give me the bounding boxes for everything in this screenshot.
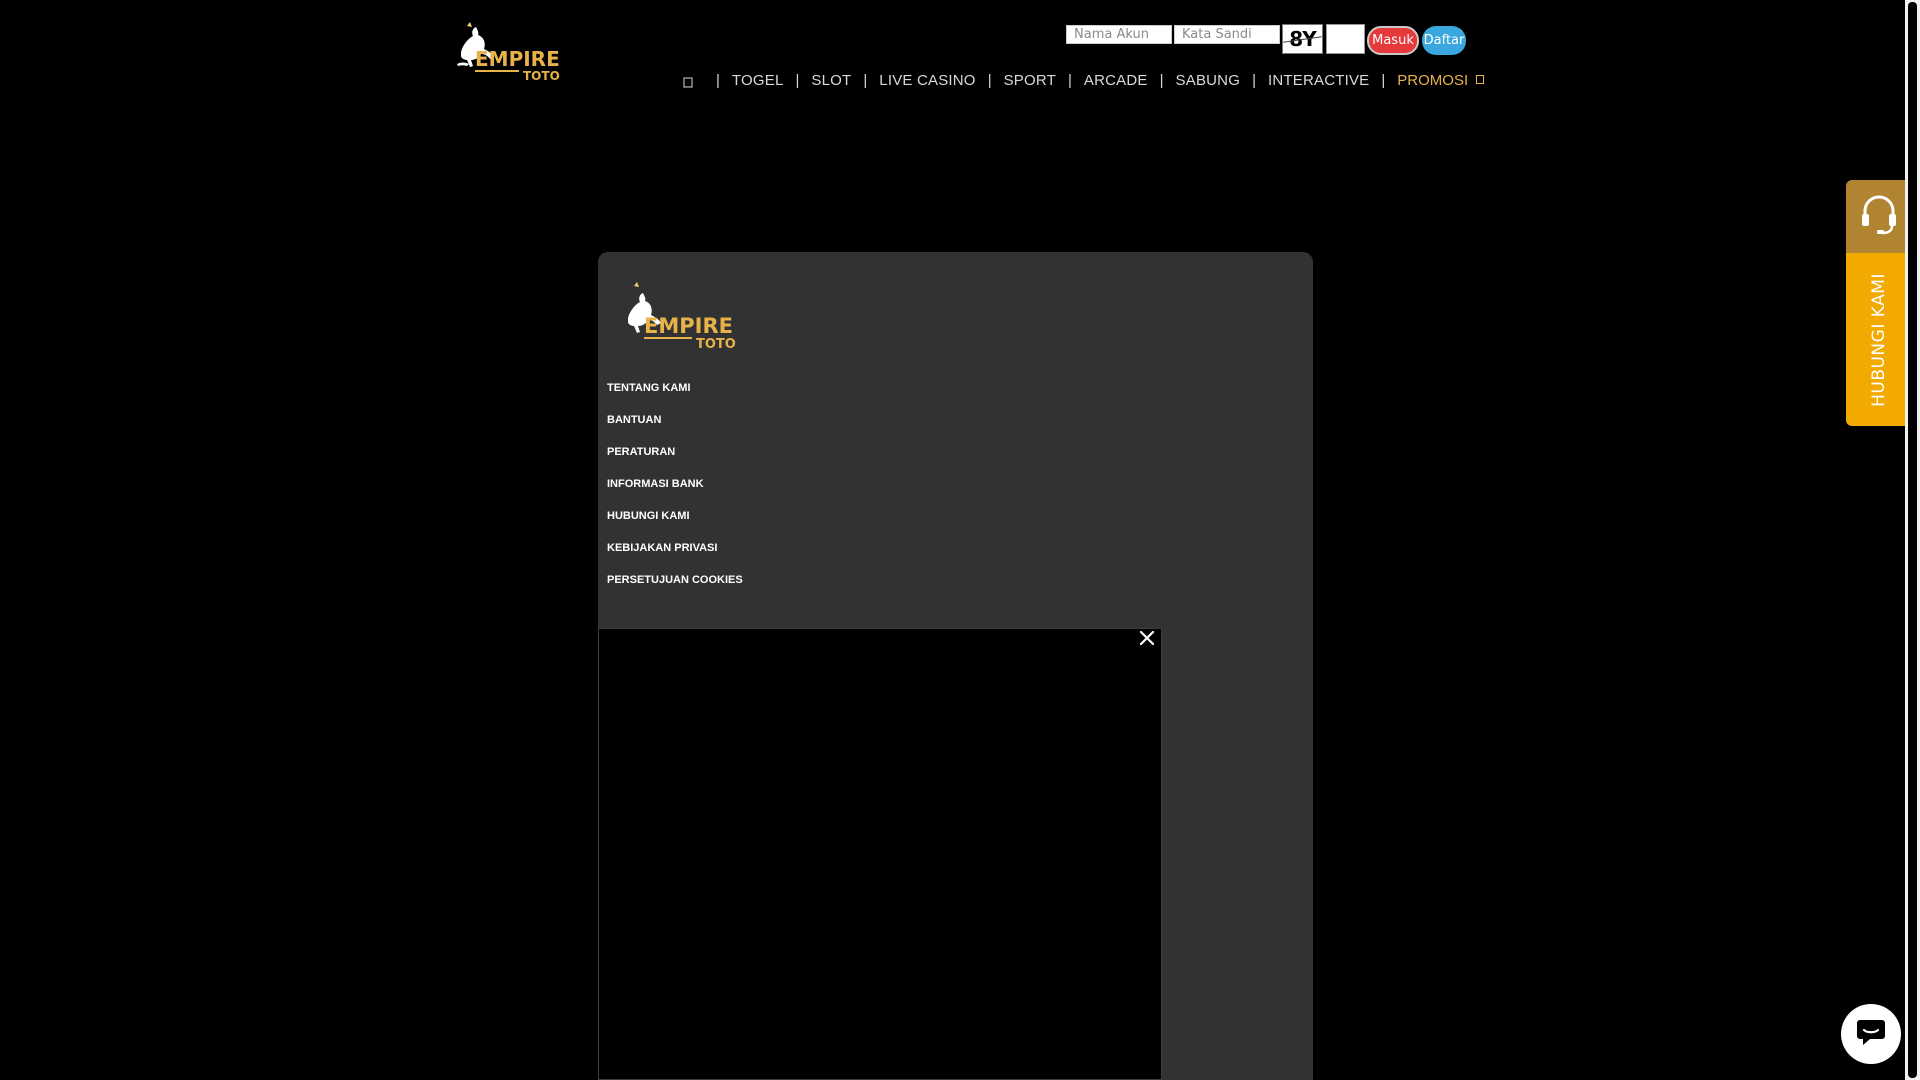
svg-text:TOTO: TOTO	[696, 337, 736, 352]
nav-item-sport[interactable]: SPORT	[1004, 72, 1056, 89]
chevron-down-icon	[1476, 75, 1485, 87]
svg-text:EMPIRE: EMPIRE	[644, 314, 733, 338]
contact-side-widget[interactable]: HUBUNGI KAMI	[1846, 180, 1912, 426]
side-widget-icon-area	[1846, 180, 1912, 253]
nav-separator: |	[795, 71, 800, 89]
footer-link-informasi-bank[interactable]: INFORMASI BANK	[607, 476, 743, 508]
nav-separator: |	[1252, 71, 1256, 89]
brand-logo[interactable]: EMPIRE TOTO	[453, 20, 567, 84]
nav-separator: |	[1381, 71, 1386, 89]
nav-separator: |	[1159, 71, 1164, 89]
live-chat-button[interactable]	[1841, 1004, 1901, 1064]
nav-item-sabung[interactable]: SABUNG	[1176, 72, 1241, 89]
scrollbar-thumb[interactable]	[1908, 2, 1917, 1078]
captcha-text: 8Y	[1289, 27, 1316, 51]
footer-link-peraturan[interactable]: PERATURAN	[607, 444, 743, 476]
side-widget-label-area: HUBUNGI KAMI	[1846, 253, 1912, 426]
captcha-input[interactable]	[1326, 24, 1365, 54]
captcha-image: 8Y	[1282, 24, 1323, 54]
register-button[interactable]: Daftar	[1422, 25, 1466, 55]
svg-text:EMPIRE: EMPIRE	[475, 47, 560, 71]
login-button[interactable]: Masuk	[1367, 25, 1419, 55]
close-icon[interactable]	[1138, 629, 1156, 647]
footer-links: TENTANG KAMI BANTUAN PERATURAN INFORMASI…	[607, 380, 743, 604]
footer-link-kebijakan-privasi[interactable]: KEBIJAKAN PRIVASI	[607, 540, 743, 572]
nav-separator: |	[987, 71, 992, 89]
chat-icon	[1855, 1017, 1887, 1052]
password-input[interactable]	[1174, 24, 1280, 44]
promosi-label: PROMOSI	[1397, 71, 1469, 89]
nav-separator: |	[863, 71, 868, 89]
register-button-label: Daftar	[1423, 32, 1465, 48]
home-icon[interactable]	[680, 74, 696, 90]
headset-icon	[1859, 193, 1899, 240]
footer-link-persetujuan-cookies[interactable]: PERSETUJUAN COOKIES	[607, 572, 743, 604]
footer-logo[interactable]: EMPIRE TOTO	[618, 282, 744, 352]
side-widget-label: HUBUNGI KAMI	[1869, 272, 1889, 407]
svg-text:TOTO: TOTO	[523, 69, 560, 83]
footer-link-tentang-kami[interactable]: TENTANG KAMI	[607, 380, 743, 412]
popup-frame	[598, 628, 1162, 1080]
footer-link-hubungi-kami[interactable]: HUBUNGI KAMI	[607, 508, 743, 540]
nav-item-arcade[interactable]: ARCADE	[1084, 72, 1148, 89]
page-scrollbar[interactable]	[1905, 0, 1920, 1080]
nav-separator: |	[716, 71, 720, 89]
nav-separator: |	[1068, 71, 1072, 89]
username-input[interactable]	[1066, 24, 1172, 44]
nav-item-togel[interactable]: TOGEL	[732, 72, 784, 89]
login-bar: 8Y Masuk Daftar	[1066, 24, 1466, 55]
nav-item-interactive[interactable]: INTERACTIVE	[1268, 72, 1369, 89]
nav-item-slot[interactable]: SLOT	[811, 72, 851, 89]
main-nav: | TOGEL | SLOT | LIVE CASINO | SPORT | A…	[680, 70, 1485, 90]
login-button-label: Masuk	[1372, 32, 1414, 48]
nav-item-promosi[interactable]: PROMOSI	[1397, 71, 1485, 89]
footer-link-bantuan[interactable]: BANTUAN	[607, 412, 743, 444]
nav-item-live-casino[interactable]: LIVE CASINO	[879, 72, 975, 89]
